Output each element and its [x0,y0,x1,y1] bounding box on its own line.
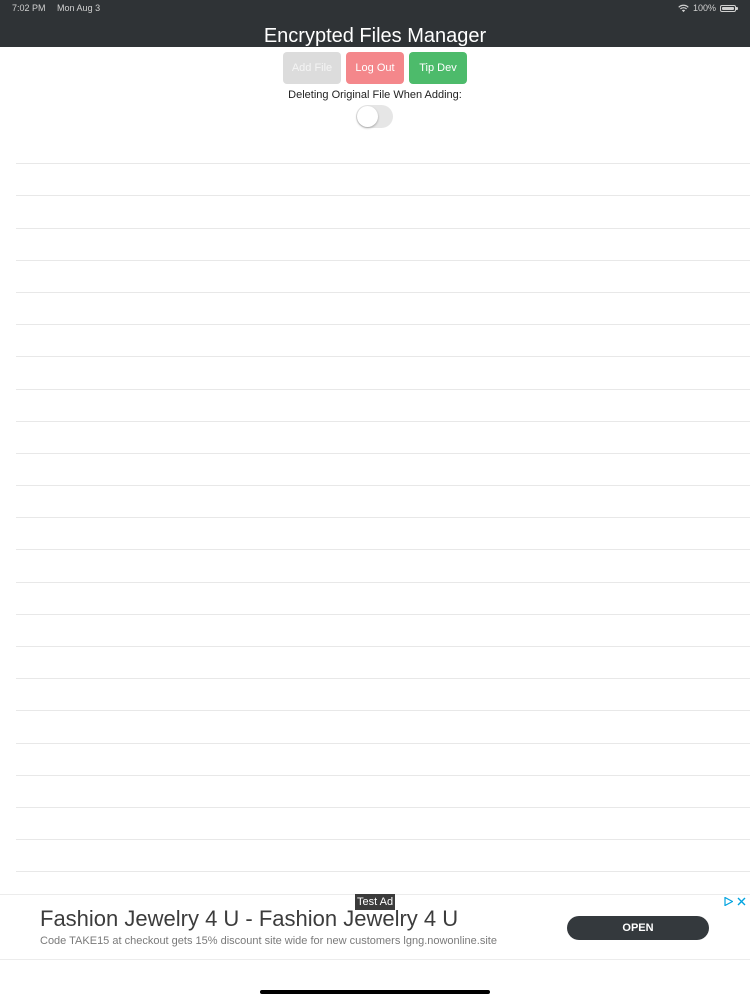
list-item[interactable] [16,390,750,422]
list-item[interactable] [16,357,750,390]
ad-choices[interactable] [724,897,746,906]
close-icon[interactable] [737,897,746,906]
list-item[interactable] [16,518,750,551]
list-item[interactable] [16,776,750,808]
list-item[interactable] [16,808,750,841]
log-out-button[interactable]: Log Out [346,52,404,84]
delete-original-label: Deleting Original File When Adding: [288,89,462,101]
battery-percent: 100% [692,3,716,13]
list-item[interactable] [16,550,750,583]
battery-icon [720,4,738,12]
status-time: 7:02 PM [12,3,46,13]
toolbar: Add File Log Out Tip Dev [0,52,750,84]
page-title: Encrypted Files Manager [263,25,487,47]
list-item[interactable] [16,679,750,712]
list-item[interactable] [16,196,750,229]
ad-banner[interactable]: Test Ad Fashion Jewelry 4 U - Fashion Je… [0,894,750,960]
list-item[interactable] [16,615,750,647]
ad-headline[interactable]: Fashion Jewelry 4 U - Fashion Jewelry 4 … [40,906,458,932]
list-item[interactable] [16,293,750,326]
list-item[interactable] [16,454,750,487]
add-file-button[interactable]: Add File [283,52,341,84]
list-item[interactable] [16,132,750,165]
home-indicator[interactable] [260,990,490,994]
list-item[interactable] [16,164,750,197]
app-screen: 7:02 PM Mon Aug 3 100% Encrypted Files M… [0,0,750,1000]
tip-dev-button[interactable]: Tip Dev [409,52,467,84]
file-list [16,132,750,873]
list-item[interactable] [16,422,750,454]
list-item[interactable] [16,583,750,615]
status-date: Mon Aug 3 [57,3,101,13]
delete-original-toggle[interactable] [356,105,393,128]
list-item[interactable] [16,711,750,744]
status-bar-left: 7:02 PM Mon Aug 3 [12,3,109,13]
toggle-knob [357,106,378,127]
list-item[interactable] [16,229,750,261]
list-item[interactable] [16,486,750,519]
list-item[interactable] [16,325,750,358]
wifi-icon [678,4,689,12]
ad-open-button[interactable]: OPEN [567,916,709,940]
ad-choices-icon[interactable] [724,897,733,906]
list-item[interactable] [16,261,750,293]
list-item[interactable] [16,647,750,680]
status-bar-right: 100% [678,3,738,13]
list-item[interactable] [16,744,750,776]
header-bar: 7:02 PM Mon Aug 3 100% Encrypted Files M… [0,0,750,47]
ad-body[interactable]: Code TAKE15 at checkout gets 15% discoun… [40,935,497,947]
list-item[interactable] [16,840,750,873]
